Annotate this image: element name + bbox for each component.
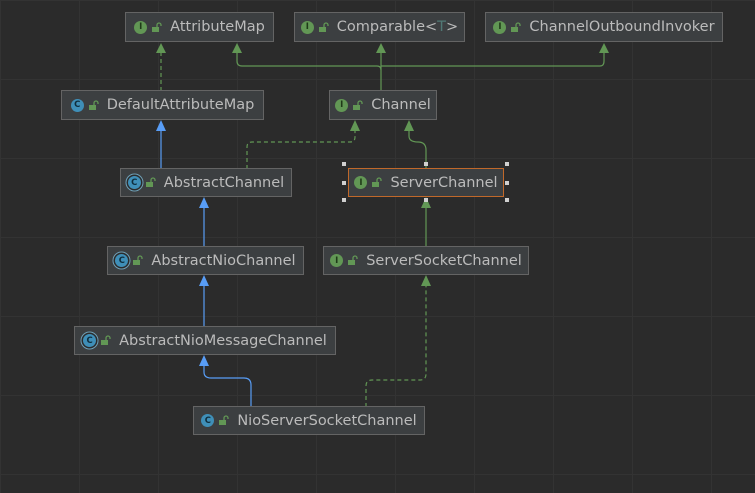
- edge-nio-server-socket-channel-implements-server-socket-channel: [365, 275, 431, 407]
- node-label: Channel: [371, 97, 431, 113]
- interface-icon: I: [330, 254, 344, 267]
- node-channel-outbound-invoker[interactable]: I ChannelOutboundInvoker: [485, 12, 723, 42]
- selection-handle[interactable]: [342, 181, 346, 185]
- node-label: DefaultAttributeMap: [106, 97, 255, 113]
- selection-handle[interactable]: [505, 198, 509, 202]
- selection-handle[interactable]: [342, 162, 346, 166]
- type-param: T: [437, 19, 447, 35]
- edge-nio-server-socket-channel-extends-abstract-nio-message-channel: [199, 355, 252, 407]
- interface-icon: I: [354, 176, 368, 189]
- node-attribute-map[interactable]: I AttributeMap: [125, 12, 274, 42]
- abstract-class-icon: C: [127, 176, 141, 189]
- class-icon: C: [70, 98, 84, 112]
- node-comparable[interactable]: I Comparable < T >: [294, 12, 465, 42]
- node-abstract-nio-channel[interactable]: C AbstractNioChannel: [107, 246, 304, 275]
- abstract-class-icon: C: [115, 254, 129, 267]
- selection-handle[interactable]: [342, 198, 346, 202]
- type-param-close: >: [446, 19, 459, 35]
- unlocked-public-icon: [219, 415, 229, 425]
- unlocked-public-icon: [511, 21, 522, 32]
- edge-default-attribute-map-implements-attribute-map: [156, 43, 166, 91]
- edge-abstract-nio-channel-extends-abstract-channel: [199, 197, 209, 247]
- unlocked-public-icon: [353, 99, 363, 110]
- type-param-open: <: [425, 19, 438, 35]
- node-label: Comparable: [336, 19, 426, 35]
- unlocked-public-icon: [348, 255, 358, 265]
- node-label: ChannelOutboundInvoker: [529, 19, 715, 35]
- node-label: ServerSocketChannel: [366, 252, 522, 269]
- selection-handle[interactable]: [505, 162, 509, 166]
- node-abstract-nio-message-channel[interactable]: C AbstractNioMessageChannel: [74, 326, 336, 355]
- interface-icon: I: [300, 20, 314, 34]
- node-default-attribute-map[interactable]: C DefaultAttributeMap: [61, 90, 264, 120]
- node-label: AttributeMap: [170, 19, 265, 35]
- unlocked-public-icon: [88, 99, 99, 110]
- node-server-channel[interactable]: I ServerChannel: [348, 168, 504, 197]
- unlocked-public-icon: [101, 335, 111, 345]
- edge-server-channel-extends-channel: [404, 120, 427, 169]
- unlocked-public-icon: [133, 255, 144, 265]
- interface-icon: I: [493, 20, 507, 34]
- unlocked-public-icon: [152, 21, 162, 32]
- node-channel[interactable]: I Channel: [329, 90, 437, 120]
- selection-handle[interactable]: [424, 198, 428, 202]
- node-label: ServerChannel: [390, 174, 498, 191]
- edge-server-socket-channel-extends-server-channel: [421, 197, 431, 247]
- edge-channel-extends-interfaces: [232, 43, 609, 91]
- unlocked-public-icon: [318, 21, 329, 32]
- node-label: NioServerSocketChannel: [237, 412, 417, 429]
- node-label: AbstractChannel: [163, 174, 285, 191]
- node-nio-server-socket-channel[interactable]: C NioServerSocketChannel: [193, 406, 425, 435]
- edge-abstract-nio-message-channel-extends-abstract-nio-channel: [199, 275, 209, 327]
- class-icon: C: [201, 414, 215, 427]
- node-label: AbstractNioMessageChannel: [119, 332, 327, 349]
- node-abstract-channel[interactable]: C AbstractChannel: [120, 168, 292, 197]
- unlocked-public-icon: [145, 177, 156, 187]
- interface-icon: I: [134, 20, 148, 34]
- abstract-class-icon: C: [83, 334, 97, 347]
- edge-abstract-channel-extends-default-attribute-map: [156, 120, 166, 169]
- interface-icon: I: [335, 98, 349, 112]
- selection-handle[interactable]: [505, 181, 509, 185]
- unlocked-public-icon: [372, 177, 383, 187]
- selection-handle[interactable]: [424, 162, 428, 166]
- node-label: AbstractNioChannel: [151, 252, 296, 269]
- node-server-socket-channel[interactable]: I ServerSocketChannel: [323, 246, 529, 275]
